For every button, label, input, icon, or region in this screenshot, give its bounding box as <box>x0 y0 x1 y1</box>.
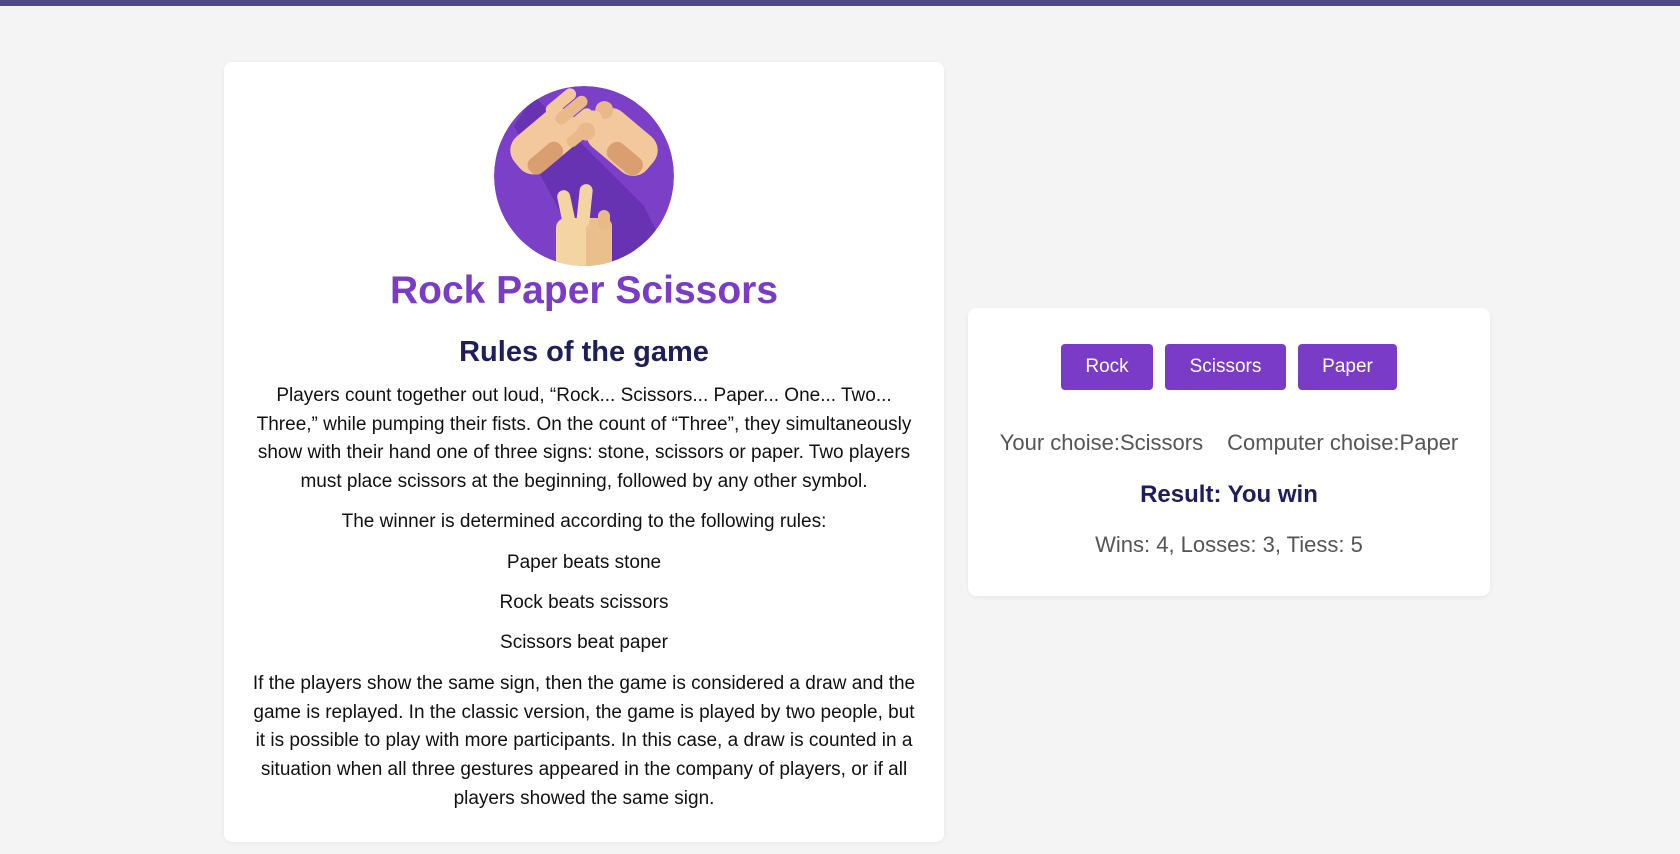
rock-button[interactable]: Rock <box>1061 344 1153 390</box>
your-choice-value: Scissors <box>1120 430 1204 455</box>
game-card: Rock Scissors Paper Your choise:Scissors… <box>968 308 1490 596</box>
rules-card: Rock Paper Scissors Rules of the game Pl… <box>224 62 944 842</box>
top-bar <box>0 0 1680 6</box>
rule-scissors-beat-paper: Scissors beat paper <box>500 632 668 653</box>
rules-paragraph-draw: If the players show the same sign, then … <box>252 673 916 809</box>
rock-paper-scissors-hands-icon <box>494 86 674 266</box>
score-text: Wins: 4, Losses: 3, Tiess: 5 <box>1095 532 1363 557</box>
rule-rock-beats-scissors: Rock beats scissors <box>499 592 669 613</box>
your-choice-label: Your choise: <box>999 430 1120 455</box>
computer-choice-label: Computer choise: <box>1227 430 1400 455</box>
result-text: Result: You win <box>968 481 1490 509</box>
rules-paragraph-intro: Players count together out loud, “Rock..… <box>256 385 912 493</box>
game-title: Rock Paper Scissors <box>389 269 779 312</box>
choices-row: Your choise:Scissors Computer choise:Pape… <box>968 430 1490 456</box>
result-value: You win <box>1227 481 1318 508</box>
scissors-button[interactable]: Scissors <box>1165 344 1286 390</box>
result-label: Result: <box>1140 481 1228 508</box>
rules-paragraph-winner: The winner is determined according to th… <box>341 511 827 532</box>
rules-heading: Rules of the game <box>459 336 709 368</box>
computer-choice-value: Paper <box>1399 430 1459 455</box>
rule-paper-beats-stone: Paper beats stone <box>506 552 662 573</box>
paper-button[interactable]: Paper <box>1298 344 1397 390</box>
